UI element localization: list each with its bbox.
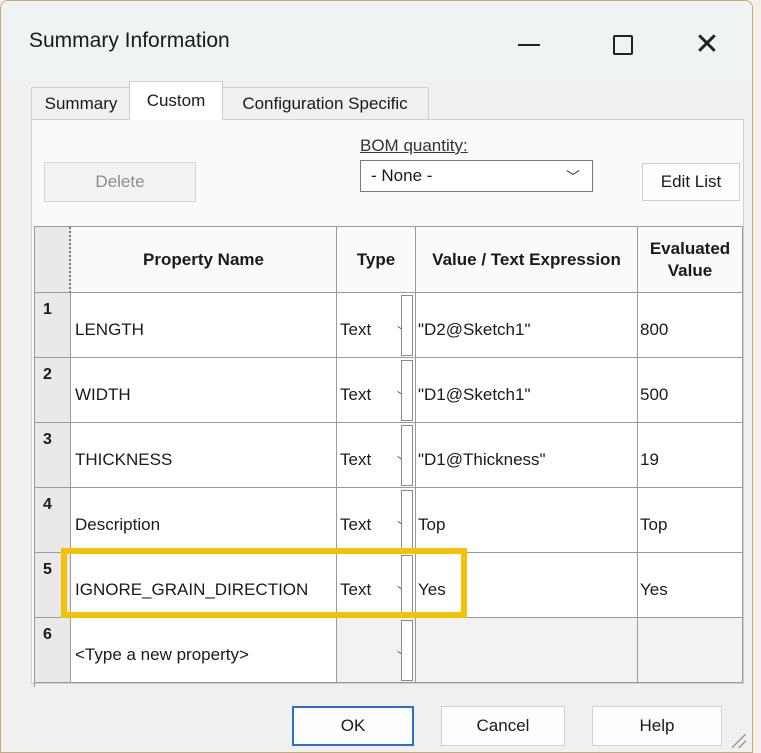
maximize-button[interactable]: [585, 15, 661, 75]
type-cell[interactable]: Text﹀: [337, 553, 416, 618]
type-cell[interactable]: ﹀: [337, 618, 416, 683]
evaluated-cell: [638, 618, 743, 683]
evaluated-cell: 800: [638, 293, 743, 358]
type-value: Text: [340, 450, 372, 469]
type-value: Text: [340, 515, 372, 534]
type-cell[interactable]: Text﹀: [337, 488, 416, 553]
evaluated-header-line1: Evaluated: [649, 238, 731, 258]
new-property-row[interactable]: 6 <Type a new property> ﹀: [35, 618, 743, 683]
table-row[interactable]: 1 LENGTH Text﹀ "D2@Sketch1" 800: [35, 293, 743, 358]
value-cell[interactable]: Top: [416, 488, 638, 553]
type-header: Type: [337, 227, 416, 293]
edit-list-button[interactable]: Edit List: [642, 163, 740, 201]
row-number: 2: [35, 358, 71, 423]
type-dropdown-button[interactable]: [401, 620, 413, 681]
summary-information-dialog: Summary Information ✕ Summary Custom Con…: [0, 0, 753, 753]
property-name-cell[interactable]: WIDTH: [71, 358, 337, 423]
maximize-icon: [613, 35, 633, 55]
row-number: 3: [35, 423, 71, 488]
value-cell[interactable]: "D1@Sketch1": [416, 358, 638, 423]
table-row[interactable]: 2 WIDTH Text﹀ "D1@Sketch1" 500: [35, 358, 743, 423]
value-expression-header: Value / Text Expression: [416, 227, 638, 293]
tab-custom[interactable]: Custom: [129, 81, 223, 120]
chevron-down-icon: ﹀: [566, 169, 580, 185]
type-dropdown-button[interactable]: [401, 295, 413, 356]
evaluated-cell: Top: [638, 488, 743, 553]
type-dropdown-button[interactable]: [401, 425, 413, 486]
new-property-name-cell[interactable]: <Type a new property>: [71, 618, 337, 683]
value-cell[interactable]: [416, 618, 638, 683]
evaluated-cell: 19: [638, 423, 743, 488]
type-dropdown-button[interactable]: [401, 360, 413, 421]
property-name-header: Property Name: [71, 227, 337, 293]
help-button[interactable]: Help: [592, 706, 722, 746]
table-row[interactable]: 4 Description Text﹀ Top Top: [35, 488, 743, 553]
property-name-cell[interactable]: LENGTH: [71, 293, 337, 358]
type-cell[interactable]: Text﹀: [337, 423, 416, 488]
property-name-cell[interactable]: IGNORE_GRAIN_DIRECTION: [71, 553, 337, 618]
bom-quantity-value: - None -: [371, 166, 433, 185]
row-number: 1: [35, 293, 71, 358]
type-dropdown-button[interactable]: [401, 555, 413, 616]
type-value: Text: [340, 320, 372, 339]
ok-button[interactable]: OK: [292, 706, 414, 746]
value-cell[interactable]: "D1@Thickness": [416, 423, 638, 488]
minimize-button[interactable]: [491, 15, 567, 75]
type-cell[interactable]: Text﹀: [337, 358, 416, 423]
properties-table: Property Name Type Value / Text Expressi…: [34, 226, 743, 687]
value-cell[interactable]: Yes: [416, 553, 638, 618]
type-dropdown-button[interactable]: [401, 490, 413, 551]
evaluated-value-header: Evaluated Value: [638, 227, 743, 293]
resize-grip-icon[interactable]: [732, 734, 746, 748]
window-title: Summary Information: [29, 29, 230, 52]
minimize-icon: [518, 44, 540, 46]
property-name-cell[interactable]: Description: [71, 488, 337, 553]
type-value: Text: [340, 580, 372, 599]
row-number: 5: [35, 553, 71, 618]
tab-summary[interactable]: Summary: [31, 87, 131, 120]
evaluated-cell: Yes: [638, 553, 743, 618]
row-number-header: [35, 227, 71, 293]
delete-button[interactable]: Delete: [44, 162, 196, 202]
property-name-cell[interactable]: THICKNESS: [71, 423, 337, 488]
cancel-button[interactable]: Cancel: [441, 706, 565, 746]
close-button[interactable]: ✕: [669, 15, 745, 75]
value-cell[interactable]: "D2@Sketch1": [416, 293, 638, 358]
tab-configuration-specific[interactable]: Configuration Specific: [221, 87, 429, 120]
type-cell[interactable]: Text﹀: [337, 293, 416, 358]
table-row[interactable]: 3 THICKNESS Text﹀ "D1@Thickness" 19: [35, 423, 743, 488]
evaluated-cell: 500: [638, 358, 743, 423]
evaluated-header-line2: Value: [667, 260, 713, 280]
table-row[interactable]: 5 IGNORE_GRAIN_DIRECTION Text﹀ Yes Yes: [35, 553, 743, 618]
title-bar: Summary Information ✕: [1, 1, 752, 81]
custom-properties-panel: Delete BOM quantity: - None - ﹀ Edit Lis…: [31, 119, 744, 687]
bom-quantity-select[interactable]: - None - ﹀: [360, 160, 593, 192]
bom-quantity-label: BOM quantity:: [360, 136, 468, 155]
row-number: 6: [35, 618, 71, 683]
row-number: 4: [35, 488, 71, 553]
close-icon: ✕: [694, 28, 720, 61]
type-value: Text: [340, 385, 372, 404]
